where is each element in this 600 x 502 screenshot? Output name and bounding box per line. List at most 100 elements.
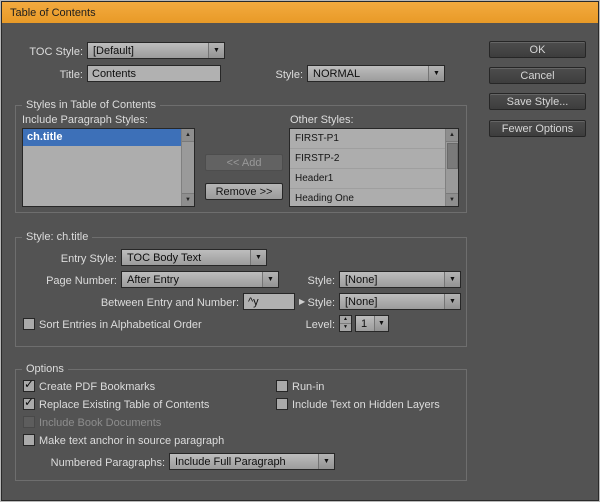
dropdown-arrow-box: ▼	[318, 454, 334, 469]
include-book-documents-label: Include Book Documents	[39, 417, 161, 430]
other-list-scrollbar[interactable]: ▲ ▼	[445, 129, 458, 206]
include-paragraph-styles-label: Include Paragraph Styles:	[22, 114, 148, 127]
cancel-button[interactable]: Cancel	[489, 67, 586, 84]
include-list-scrollbar[interactable]: ▲ ▼	[181, 129, 194, 206]
window-title: Table of Contents	[10, 7, 96, 19]
entry-style-label: Entry Style:	[13, 253, 117, 266]
ok-button[interactable]: OK	[489, 41, 586, 58]
other-list-items: FIRST-P1 FIRSTP-2 Header1 Heading One	[290, 129, 445, 206]
scroll-down-button[interactable]: ▼	[182, 193, 194, 206]
numbered-paragraphs-value: Include Full Paragraph	[175, 454, 318, 469]
triangle-down-icon: ▼	[185, 197, 191, 203]
level-dropdown[interactable]: 1 ▼	[355, 315, 389, 332]
title-label: Title:	[13, 69, 83, 82]
toc-title-style-label: Style:	[241, 69, 303, 82]
toc-style-label: TOC Style:	[13, 46, 83, 59]
sort-entries-checkbox[interactable]	[23, 318, 35, 330]
titlebar[interactable]: Table of Contents	[2, 2, 598, 23]
between-style-dropdown[interactable]: [None] ▼	[339, 293, 461, 310]
other-styles-list[interactable]: FIRST-P1 FIRSTP-2 Header1 Heading One ▲ …	[289, 128, 459, 207]
include-text-hidden-layers-label: Include Text on Hidden Layers	[292, 399, 440, 412]
run-in-label: Run-in	[292, 381, 324, 394]
level-value: 1	[361, 316, 372, 331]
numbered-paragraphs-label: Numbered Paragraphs:	[47, 457, 165, 470]
dropdown-arrow-box: ▼	[208, 43, 224, 58]
page-number-value: After Entry	[127, 272, 262, 287]
scroll-down-button[interactable]: ▼	[446, 193, 458, 206]
toc-title-style-dropdown[interactable]: NORMAL ▼	[307, 65, 445, 82]
table-of-contents-dialog: Table of Contents TOC Style: [Default] ▼…	[0, 0, 600, 502]
checkmark-icon: ✓	[24, 378, 34, 390]
page-number-style-dropdown[interactable]: [None] ▼	[339, 271, 461, 288]
chevron-down-icon: ▼	[433, 70, 440, 77]
triangle-up-icon: ▲	[343, 317, 348, 322]
dropdown-arrow-box: ▼	[444, 294, 460, 309]
between-style-value: [None]	[345, 294, 444, 309]
checkmark-icon: ✓	[24, 396, 34, 408]
include-list-items: ch.title	[23, 129, 181, 206]
triangle-up-icon: ▲	[449, 132, 455, 138]
chevron-down-icon: ▼	[255, 254, 262, 261]
scroll-up-button[interactable]: ▲	[446, 129, 458, 142]
chevron-down-icon: ▼	[449, 298, 456, 305]
chevron-down-icon: ▼	[378, 320, 385, 327]
dropdown-arrow-box: ▼	[374, 316, 388, 331]
page-number-label: Page Number:	[13, 275, 117, 288]
save-style-button[interactable]: Save Style...	[489, 93, 586, 110]
dropdown-arrow-box: ▼	[262, 272, 278, 287]
toc-title-style-value: NORMAL	[313, 66, 428, 81]
create-pdf-bookmarks-label: Create PDF Bookmarks	[39, 381, 155, 394]
page-number-style-label: Style:	[295, 275, 335, 288]
scrollbar-thumb[interactable]	[447, 143, 458, 169]
include-paragraph-styles-list[interactable]: ch.title ▲ ▼	[22, 128, 195, 207]
triangle-up-icon: ▲	[185, 132, 191, 138]
title-input-value: Contents	[92, 68, 136, 80]
toc-style-value: [Default]	[93, 43, 208, 58]
list-item[interactable]: Header1	[290, 169, 445, 189]
sort-entries-label: Sort Entries in Alphabetical Order	[39, 319, 202, 332]
replace-existing-toc-checkbox[interactable]: ✓	[23, 398, 35, 410]
fewer-options-button[interactable]: Fewer Options	[489, 120, 586, 137]
numbered-paragraphs-dropdown[interactable]: Include Full Paragraph ▼	[169, 453, 335, 470]
between-entry-number-input[interactable]: ^y	[243, 293, 295, 310]
between-entry-number-label: Between Entry and Number:	[13, 297, 239, 310]
triangle-down-icon: ▼	[343, 325, 348, 330]
run-in-checkbox[interactable]	[276, 380, 288, 392]
remove-button[interactable]: Remove >>	[205, 183, 283, 200]
chevron-down-icon: ▼	[213, 47, 220, 54]
make-text-anchor-checkbox[interactable]	[23, 434, 35, 446]
list-item[interactable]: Heading One	[290, 189, 445, 206]
page-number-style-value: [None]	[345, 272, 444, 287]
replace-existing-toc-label: Replace Existing Table of Contents	[39, 399, 209, 412]
chevron-down-icon: ▼	[449, 276, 456, 283]
include-book-documents-checkbox	[23, 416, 35, 428]
between-style-label: Style:	[305, 297, 335, 310]
include-text-hidden-layers-checkbox[interactable]	[276, 398, 288, 410]
style-chtitle-legend: Style: ch.title	[22, 231, 92, 244]
list-item[interactable]: FIRSTP-2	[290, 149, 445, 169]
page-number-dropdown[interactable]: After Entry ▼	[121, 271, 279, 288]
between-entry-number-value: ^y	[248, 296, 259, 308]
level-spinner[interactable]: ▲ ▼	[339, 315, 352, 332]
add-button[interactable]: << Add	[205, 154, 283, 171]
title-input[interactable]: Contents	[87, 65, 221, 82]
dropdown-arrow-box: ▼	[250, 250, 266, 265]
list-item[interactable]: FIRST-P1	[290, 129, 445, 149]
entry-style-dropdown[interactable]: TOC Body Text ▼	[121, 249, 267, 266]
other-styles-label: Other Styles:	[290, 114, 354, 127]
create-pdf-bookmarks-checkbox[interactable]: ✓	[23, 380, 35, 392]
options-legend: Options	[22, 363, 68, 376]
scroll-up-button[interactable]: ▲	[182, 129, 194, 142]
entry-style-value: TOC Body Text	[127, 250, 250, 265]
dropdown-arrow-box: ▼	[428, 66, 444, 81]
toc-style-dropdown[interactable]: [Default] ▼	[87, 42, 225, 59]
list-item-selected[interactable]: ch.title	[23, 129, 181, 146]
dropdown-arrow-box: ▼	[444, 272, 460, 287]
make-text-anchor-label: Make text anchor in source paragraph	[39, 435, 224, 448]
styles-in-toc-legend: Styles in Table of Contents	[22, 99, 160, 112]
chevron-down-icon: ▼	[267, 276, 274, 283]
chevron-down-icon: ▼	[323, 458, 330, 465]
triangle-down-icon: ▼	[449, 197, 455, 203]
spinner-down-button[interactable]: ▼	[340, 323, 351, 332]
level-label: Level:	[295, 319, 335, 332]
